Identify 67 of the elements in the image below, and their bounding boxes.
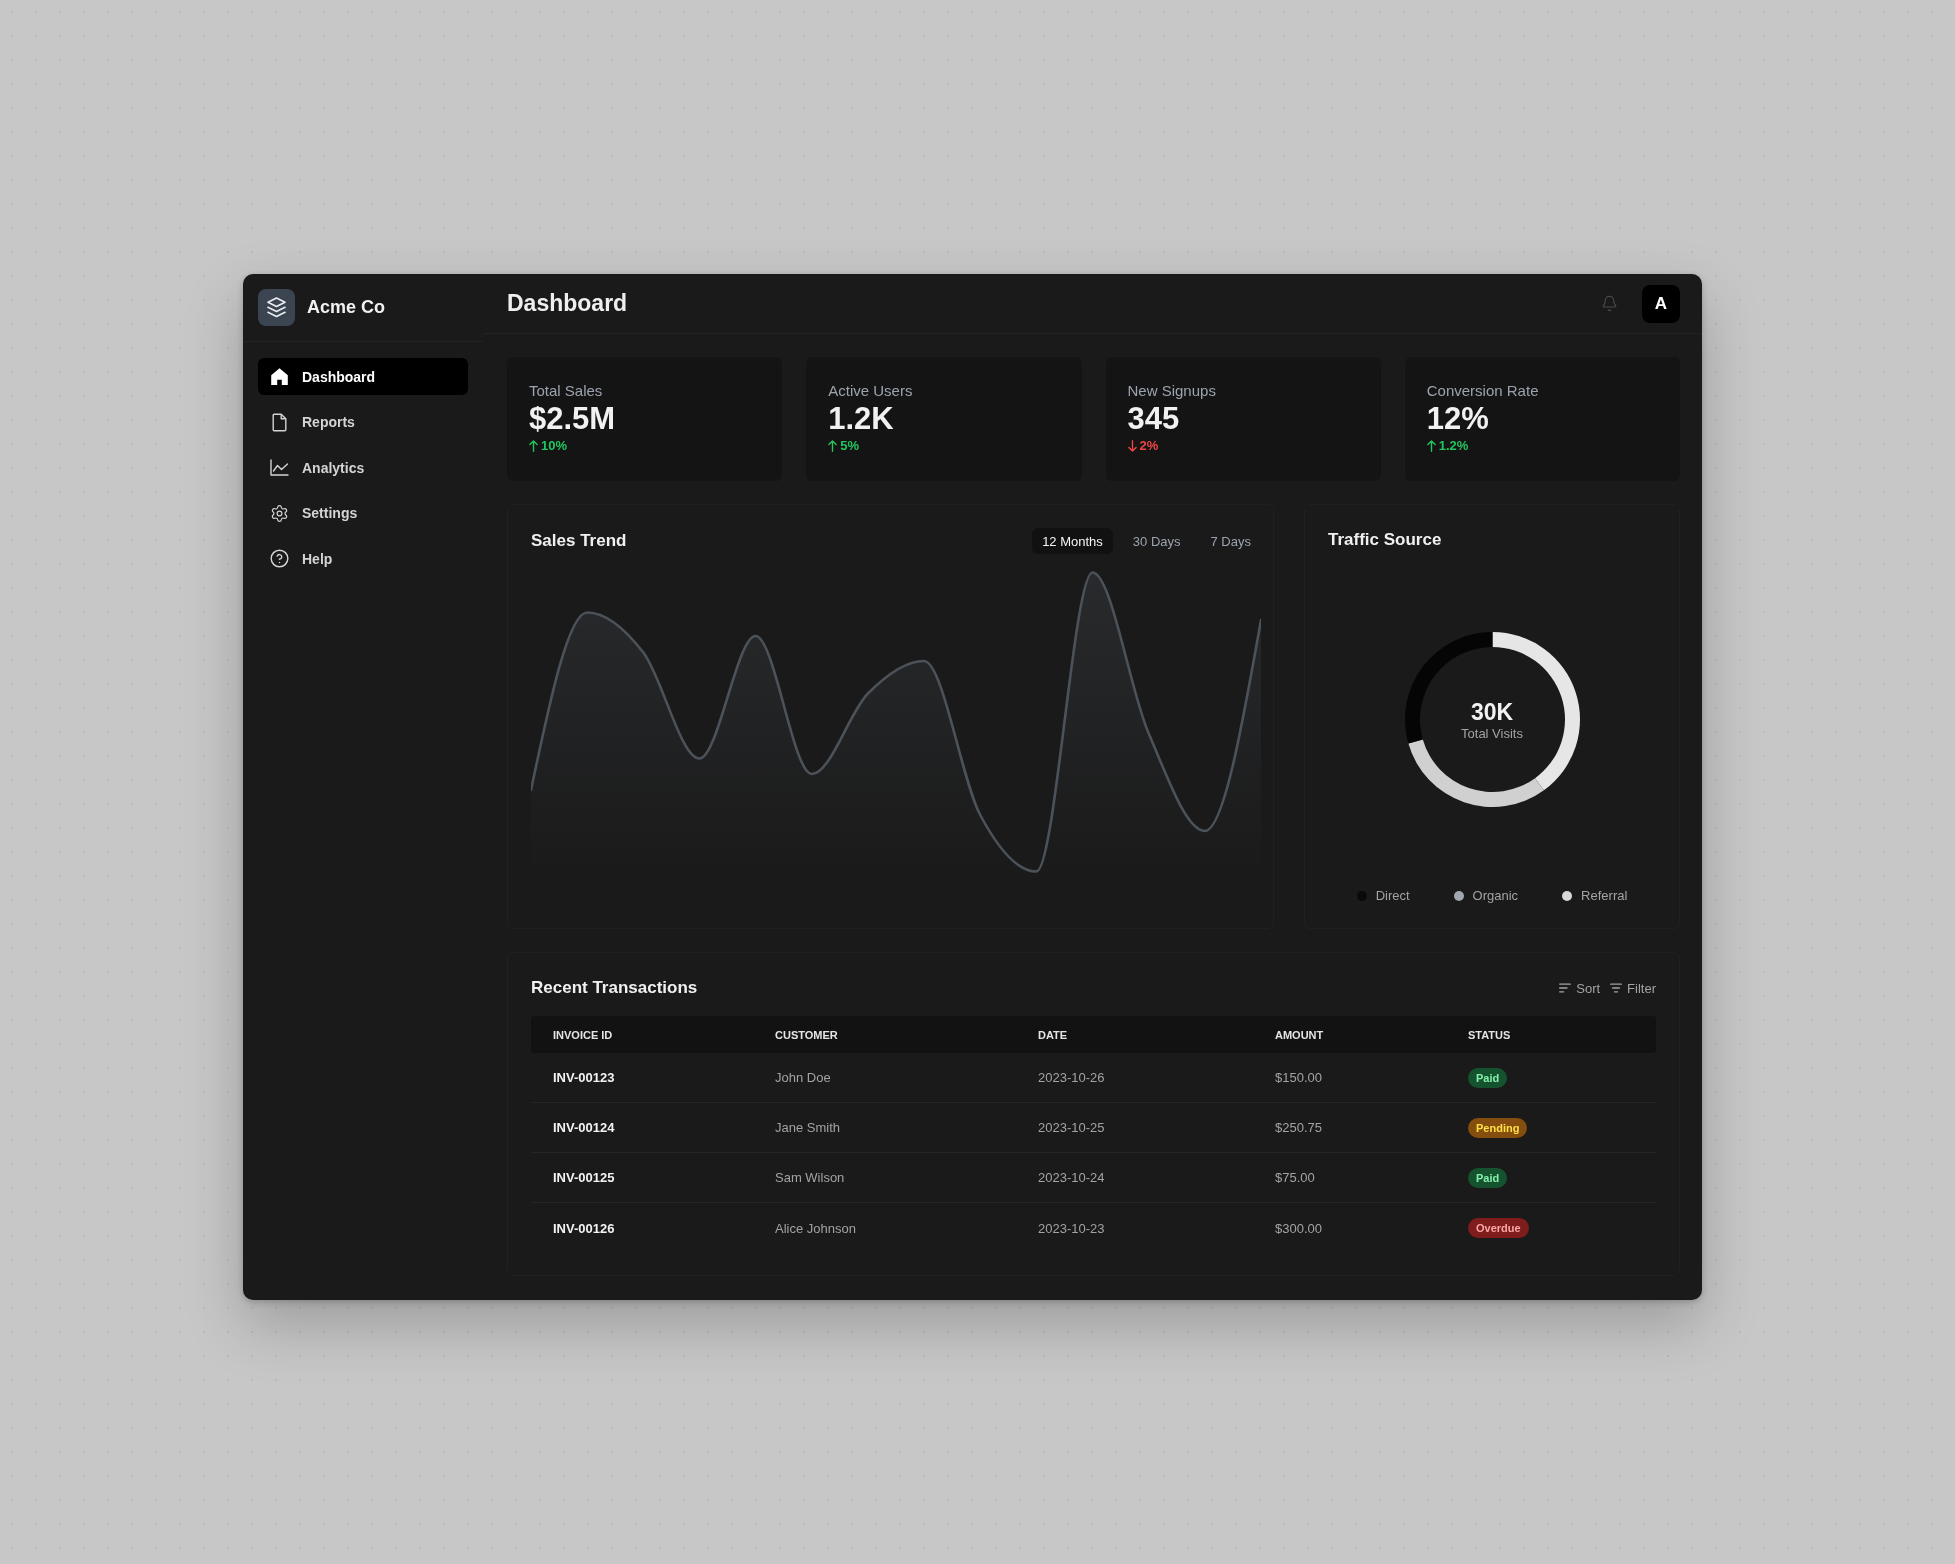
customer-name: Jane Smith	[775, 1120, 841, 1135]
nav-item[interactable]: Help	[258, 540, 468, 577]
sort-button[interactable]: Sort	[1559, 980, 1601, 996]
customer-name: John Doe	[775, 1070, 831, 1085]
transaction-amount: $250.75	[1275, 1120, 1322, 1135]
column-header: DATE	[1038, 1028, 1068, 1041]
legend-label: Referral	[1581, 887, 1628, 905]
stat-label: Conversion Rate	[1426, 381, 1539, 401]
legend-label: Direct	[1375, 887, 1410, 905]
stat-value: 345	[1127, 401, 1180, 437]
card-title: Sales Trend	[531, 530, 627, 552]
bell-icon[interactable]	[1601, 295, 1618, 312]
nav-item[interactable]: Analytics	[258, 449, 468, 486]
stat-label: Active Users	[828, 381, 913, 401]
stat-label: Total Sales	[529, 381, 603, 401]
filter-icon	[1610, 983, 1623, 993]
stat-label: New Signups	[1127, 381, 1216, 401]
layers-logo-icon	[258, 289, 295, 326]
transaction-date: 2023-10-23	[1038, 1220, 1105, 1236]
column-header: STATUS	[1468, 1028, 1511, 1041]
total-visits-value: 30K	[1470, 697, 1514, 726]
stat-value: 1.2K	[828, 401, 894, 437]
status-badge: Overdue	[1468, 1218, 1529, 1238]
transaction-amount: $75.00	[1275, 1170, 1315, 1185]
column-header: CUSTOMER	[775, 1028, 838, 1041]
invoice-id: INV-00125	[553, 1170, 615, 1185]
invoice-id: INV-00124	[553, 1120, 615, 1135]
user-avatar[interactable]: A	[1642, 284, 1680, 323]
help-icon	[270, 549, 289, 568]
transaction-amount: $300.00	[1275, 1220, 1322, 1236]
page-title: Dashboard	[507, 290, 628, 317]
settings-icon	[270, 503, 289, 523]
transaction-date: 2023-10-26	[1038, 1070, 1105, 1085]
stat-value: 12%	[1426, 401, 1489, 437]
invoice-id: INV-00123	[553, 1070, 615, 1085]
card-title: Traffic Source	[1328, 529, 1443, 551]
stat-change: 1.2%	[1438, 437, 1469, 455]
stat-change: 5%	[840, 437, 860, 455]
line-chart-icon	[270, 458, 289, 477]
stat-change: 10%	[541, 437, 568, 455]
legend-label: Organic	[1472, 887, 1519, 905]
nav-item[interactable]: Dashboard	[258, 358, 468, 395]
range-tab[interactable]: 7 Days	[1200, 528, 1261, 554]
brand-name: Acme Co	[307, 297, 386, 318]
customer-name: Alice Johnson	[775, 1220, 856, 1236]
nav-item[interactable]: Reports	[258, 403, 468, 441]
total-visits-label: Total Visits	[1461, 725, 1523, 742]
status-badge: Paid	[1468, 1067, 1508, 1088]
transaction-date: 2023-10-24	[1038, 1170, 1105, 1185]
transaction-amount: $150.00	[1275, 1070, 1322, 1085]
invoice-id: INV-00126	[553, 1220, 615, 1236]
status-badge: Paid	[1468, 1167, 1508, 1188]
range-tab[interactable]: 30 Days	[1122, 528, 1191, 554]
stat-change: 2%	[1139, 437, 1159, 455]
sort-icon	[1559, 983, 1572, 993]
file-icon	[270, 412, 289, 432]
transaction-date: 2023-10-25	[1038, 1120, 1105, 1135]
range-tab[interactable]: 12 Months	[1032, 528, 1113, 554]
column-header: AMOUNT	[1275, 1028, 1324, 1041]
stat-value: $2.5M	[529, 401, 616, 437]
nav-item[interactable]: Settings	[258, 494, 468, 532]
card-title: Recent Transactions	[531, 977, 698, 999]
column-header: INVOICE ID	[553, 1028, 613, 1041]
customer-name: Sam Wilson	[775, 1170, 845, 1185]
home-icon	[270, 367, 289, 386]
filter-button[interactable]: Filter	[1610, 980, 1656, 996]
status-badge: Pending	[1468, 1117, 1528, 1138]
